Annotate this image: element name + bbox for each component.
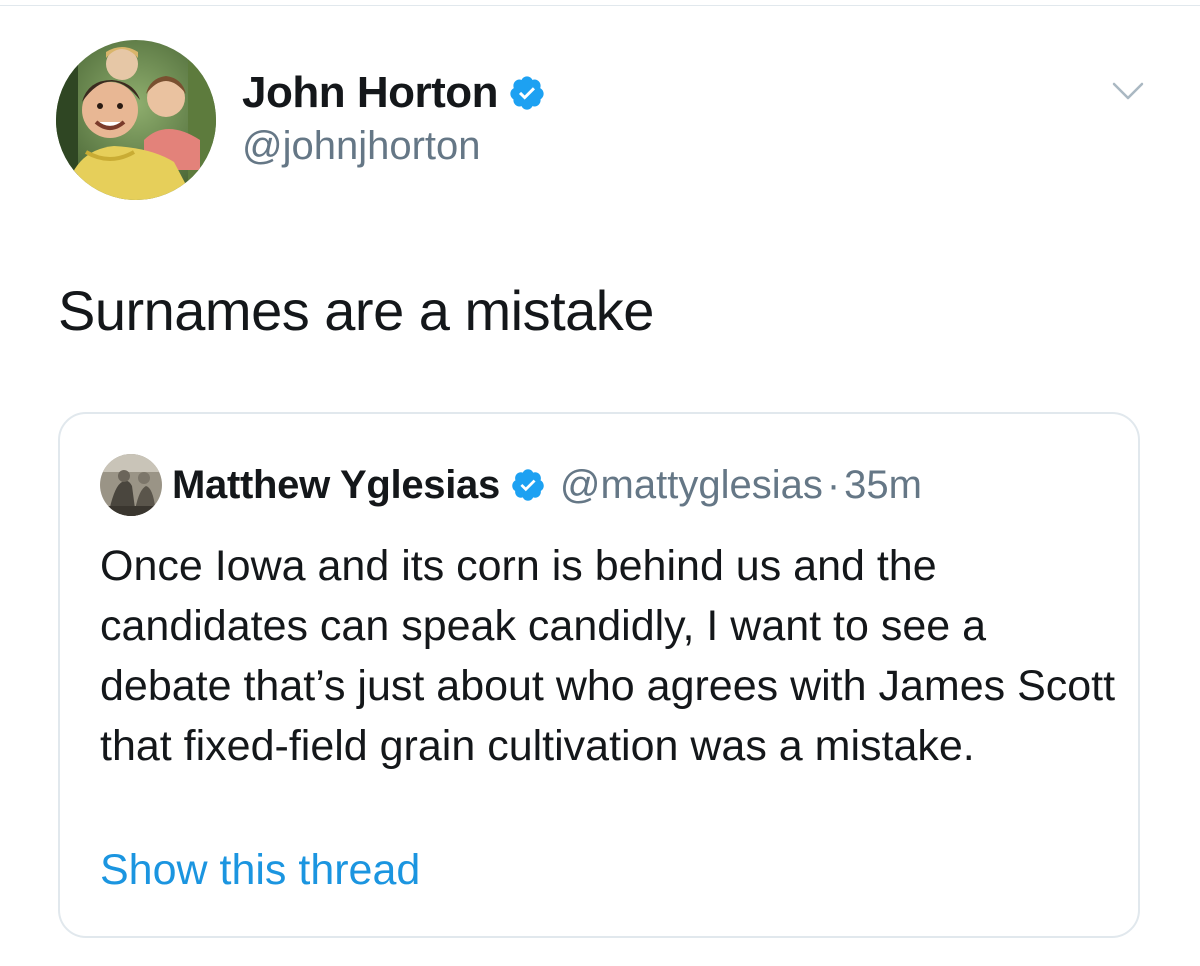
author-name-row[interactable]: John Horton — [242, 66, 546, 120]
show-thread-link[interactable]: Show this thread — [100, 846, 420, 895]
separator-dot: · — [826, 462, 841, 507]
author-handle[interactable]: @johnjhorton — [242, 124, 481, 169]
verified-badge-icon — [508, 74, 546, 112]
tweet: John Horton @johnjhorton Surnames are a … — [0, 0, 1200, 966]
author-avatar[interactable] — [56, 40, 216, 200]
chevron-down-icon[interactable] — [1110, 76, 1146, 106]
verified-badge-icon — [510, 467, 546, 503]
quoted-tweet-header: Matthew Yglesias @mattyglesias · 35m — [172, 456, 922, 514]
quoted-tweet-timestamp[interactable]: 35m — [844, 463, 922, 508]
quoted-author-name[interactable]: Matthew Yglesias — [172, 463, 500, 508]
quoted-author-handle[interactable]: @mattyglesias — [560, 463, 823, 508]
tweet-text: Surnames are a mistake — [58, 279, 654, 342]
quoted-tweet-text: Once Iowa and its corn is behind us and … — [100, 542, 1116, 770]
quoted-tweet-card[interactable]: Matthew Yglesias @mattyglesias · 35m Onc… — [58, 412, 1140, 938]
author-name[interactable]: John Horton — [242, 68, 499, 118]
quoted-author-avatar[interactable] — [100, 454, 162, 516]
